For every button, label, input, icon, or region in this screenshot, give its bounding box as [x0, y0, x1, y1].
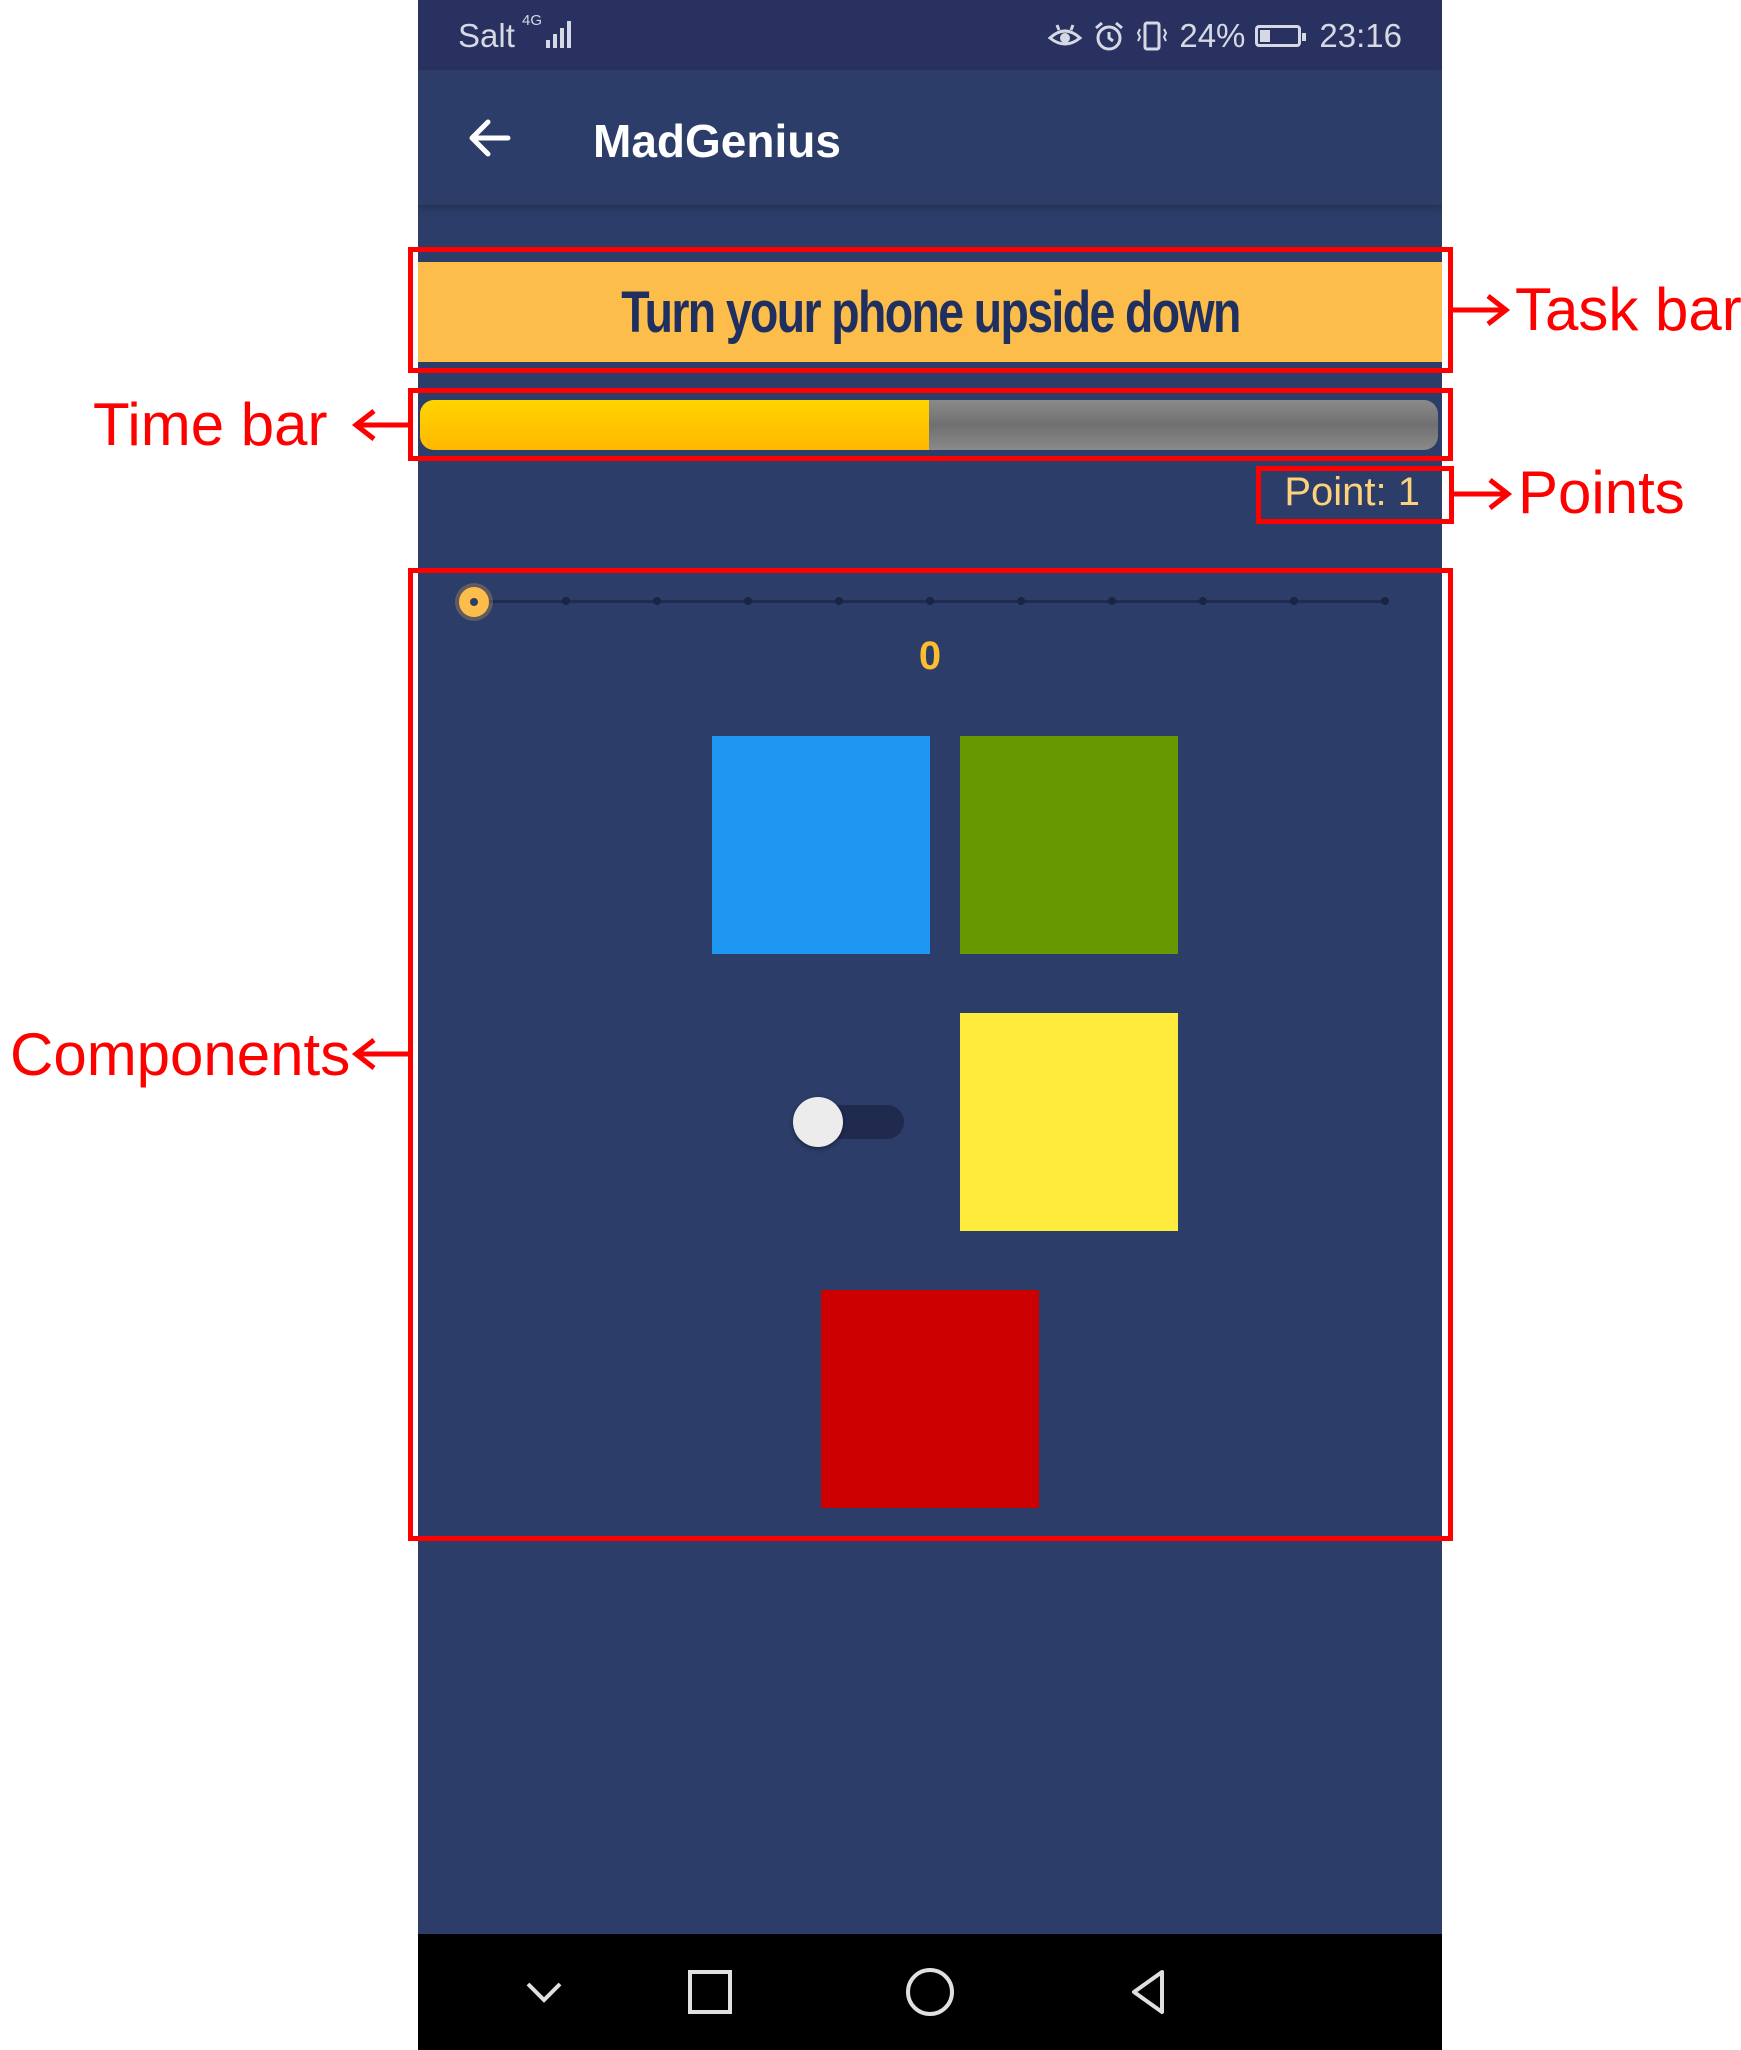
- network-type-label: 4G: [522, 12, 543, 29]
- alarm-icon: [1095, 21, 1124, 51]
- arrow-left-icon: [351, 409, 410, 441]
- components-label: Components: [10, 1021, 351, 1088]
- app-title: MadGenius: [593, 115, 841, 167]
- clock: 23:16: [1319, 17, 1402, 54]
- points-highlight: [1256, 466, 1454, 524]
- circle-icon[interactable]: [900, 1962, 960, 2022]
- navigation-bar: [418, 1934, 1442, 2050]
- signal-icon: [546, 18, 571, 48]
- points-label: Points: [1518, 459, 1685, 526]
- battery-percent: 24%: [1179, 17, 1246, 54]
- status-right: 24% 23:16: [1047, 17, 1402, 55]
- carrier-label: Salt: [458, 17, 515, 54]
- time-bar-highlight: [408, 388, 1453, 461]
- app-bar: MadGenius: [418, 70, 1442, 205]
- triangle-back-icon[interactable]: [1118, 1962, 1178, 2022]
- chevron-down-icon[interactable]: [514, 1962, 574, 2022]
- square-icon[interactable]: [680, 1962, 740, 2022]
- arrow-right-icon: [1454, 478, 1513, 510]
- eye-icon: [1048, 24, 1083, 46]
- arrow-left-icon: [351, 1038, 410, 1070]
- vibrate-icon: [1137, 21, 1168, 51]
- components-highlight: [408, 568, 1453, 1541]
- status-bar: Salt 4G 24% 23:16: [418, 0, 1442, 70]
- task-bar-label: Task bar: [1515, 276, 1741, 343]
- task-bar-highlight: [408, 247, 1453, 373]
- battery-icon: [1255, 25, 1307, 47]
- arrow-right-icon: [1452, 294, 1511, 326]
- time-bar-label: Time bar: [93, 391, 328, 458]
- back-arrow-icon[interactable]: [460, 108, 520, 168]
